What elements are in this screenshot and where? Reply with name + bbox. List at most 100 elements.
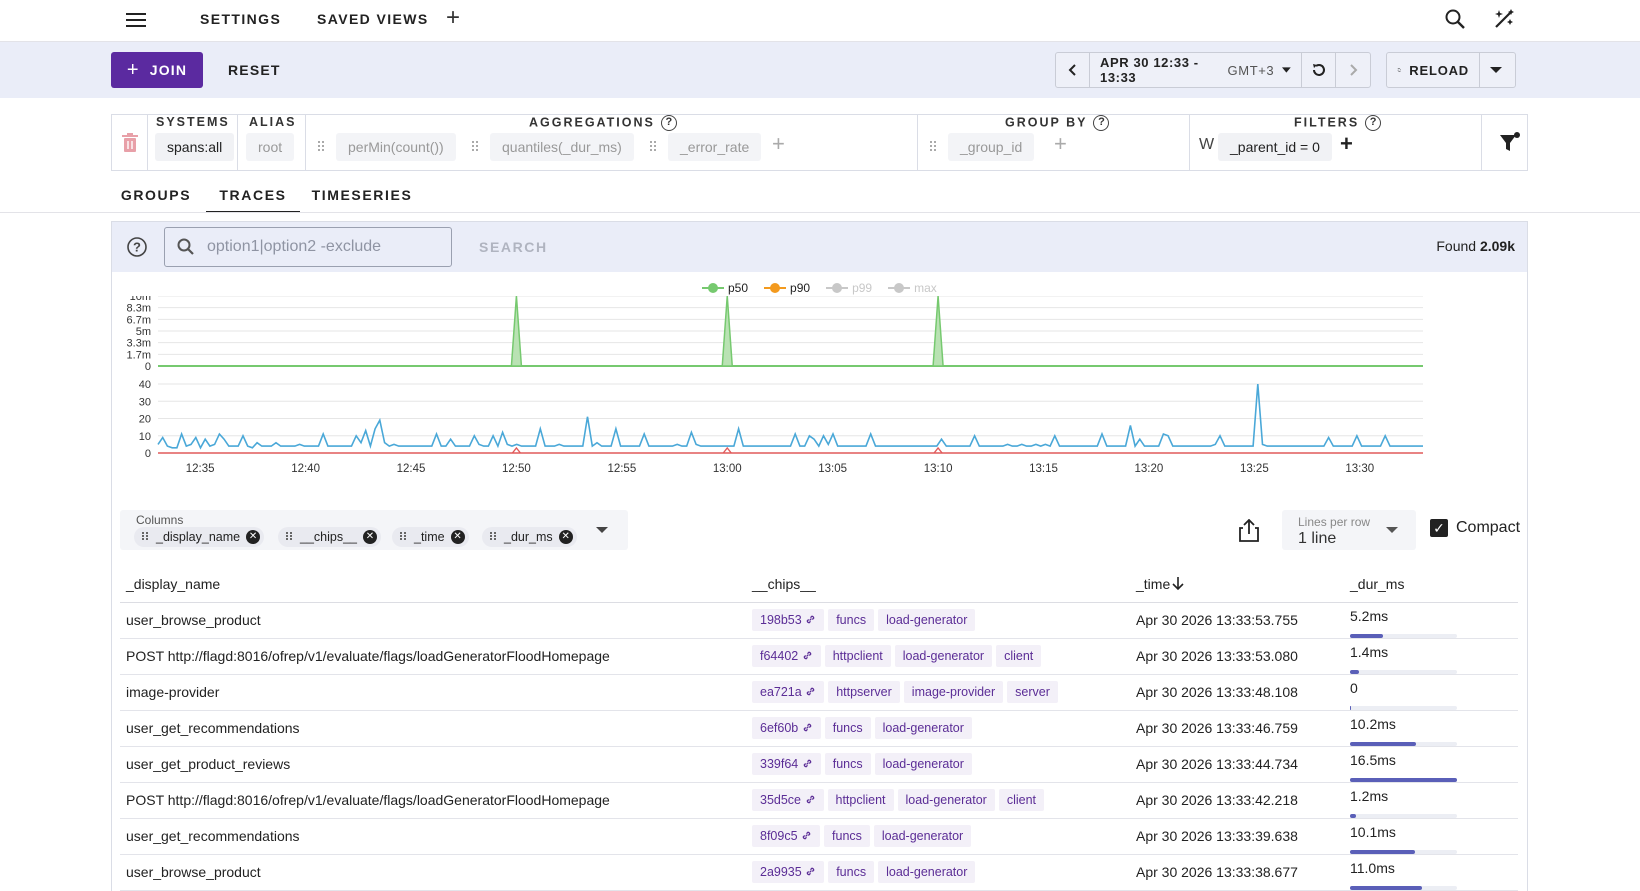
legend-swatch: [826, 283, 849, 293]
trace-id-chip[interactable]: f64402: [752, 645, 821, 667]
trace-id-chip[interactable]: 2a9935: [752, 861, 825, 883]
tag-chip[interactable]: server: [1007, 681, 1058, 703]
tag-chip[interactable]: client: [996, 645, 1042, 667]
duration-bar-fill: [1350, 670, 1359, 673]
table-row[interactable]: user_browse_product 2a9935 funcs load-gen…: [120, 854, 1518, 891]
tag-chip[interactable]: funcs: [828, 609, 875, 631]
lines-per-row-select[interactable]: Lines per row 1 line: [1282, 510, 1416, 550]
tag-chip[interactable]: load-generator: [873, 825, 972, 847]
trace-id-chip[interactable]: ea721a: [752, 681, 825, 703]
saved-views-link[interactable]: SAVED VIEWS: [317, 11, 429, 27]
tag-chip[interactable]: load-generator: [894, 645, 993, 667]
tag-chip[interactable]: httpclient: [824, 645, 891, 667]
help-icon[interactable]: ?: [126, 236, 148, 258]
remove-icon[interactable]: ✕: [246, 530, 261, 544]
compact-toggle[interactable]: ✓ Compact: [1430, 519, 1520, 537]
table-row[interactable]: image-provider ea721a httpserver image-pr…: [120, 674, 1518, 711]
table-row[interactable]: user_browse_product 198b53 funcs load-gen…: [120, 602, 1518, 639]
tag-chip[interactable]: funcs: [824, 717, 871, 739]
aggregation-chip[interactable]: _error_rate: [668, 133, 762, 161]
aggregation-chip[interactable]: quantiles(_dur_ms): [490, 133, 634, 161]
tag-chip[interactable]: funcs: [828, 861, 875, 883]
column-header-time[interactable]: _time: [1130, 566, 1344, 603]
tag-chip[interactable]: httpserver: [828, 681, 900, 703]
table-row[interactable]: user_get_recommendations 8f09c5 funcs loa…: [120, 818, 1518, 855]
reload-button[interactable]: RELOAD: [1387, 53, 1479, 87]
join-button[interactable]: + JOIN: [111, 52, 203, 88]
groupby-chip[interactable]: _group_id: [948, 133, 1035, 161]
drag-handle-icon[interactable]: [650, 140, 660, 154]
search-icon[interactable]: [1444, 8, 1466, 30]
tag-chip[interactable]: load-generator: [874, 753, 972, 775]
tag-chip[interactable]: funcs: [824, 753, 871, 775]
add-filter-plus-icon[interactable]: +: [1340, 131, 1353, 157]
table-row[interactable]: user_get_recommendations 6ef60b funcs loa…: [120, 710, 1518, 747]
remove-icon[interactable]: ✕: [363, 530, 377, 544]
time-range-dropdown[interactable]: APR 30 12:33 - 13:33 GMT+3: [1090, 53, 1302, 87]
legend-item-p50[interactable]: p50: [702, 281, 748, 295]
reset-button[interactable]: RESET: [228, 62, 281, 78]
search-input[interactable]: [205, 237, 435, 257]
time-prev-button[interactable]: [1056, 53, 1090, 87]
trace-id-chip[interactable]: 6ef60b: [752, 717, 821, 739]
caret-down-icon[interactable]: [596, 526, 608, 534]
column-chip[interactable]: _time ✕: [392, 527, 469, 547]
remove-icon[interactable]: ✕: [450, 530, 465, 544]
legend-item-p99[interactable]: p99: [826, 281, 872, 295]
systems-chip[interactable]: spans:all: [155, 133, 235, 161]
share-icon[interactable]: [1238, 519, 1260, 543]
trash-icon[interactable]: [121, 133, 139, 153]
help-icon[interactable]: ?: [1093, 115, 1110, 131]
tag-chip[interactable]: image-provider: [903, 681, 1004, 703]
tag-chip[interactable]: load-generator: [874, 717, 972, 739]
tag-chip[interactable]: funcs: [824, 825, 870, 847]
table-row[interactable]: user_get_product_reviews 339f64 funcs loa…: [120, 746, 1518, 783]
drag-handle-icon[interactable]: [318, 140, 328, 154]
trace-id-chip[interactable]: 339f64: [752, 753, 821, 775]
trace-id-chip[interactable]: 8f09c5: [752, 825, 821, 847]
reset-time-button[interactable]: [1302, 53, 1336, 87]
tab-timeseries[interactable]: TIMESERIES: [307, 178, 417, 213]
aggregation-chip[interactable]: perMin(count()): [336, 133, 456, 161]
tag-chip[interactable]: load-generator: [878, 861, 976, 883]
legend-item-p90[interactable]: p90: [764, 281, 810, 295]
settings-link[interactable]: SETTINGS: [200, 11, 281, 27]
alias-chip[interactable]: root: [246, 133, 295, 161]
hamburger-menu-icon[interactable]: [124, 9, 148, 33]
column-header-chips[interactable]: __chips__: [746, 566, 1130, 603]
column-header-display-name[interactable]: _display_name: [120, 566, 746, 603]
duration-cell: 16.5ms: [1344, 746, 1518, 783]
remove-icon[interactable]: ✕: [558, 530, 573, 544]
trace-id-chip[interactable]: 198b53: [752, 609, 825, 631]
trace-id-chip[interactable]: 35d5ce: [752, 789, 824, 811]
tag-chip[interactable]: load-generator: [897, 789, 995, 811]
help-icon[interactable]: ?: [1365, 115, 1382, 131]
add-aggregation-plus-icon[interactable]: +: [772, 131, 785, 157]
link-icon: [803, 759, 812, 768]
filter-chip[interactable]: _parent_id = 0: [1218, 133, 1332, 161]
table-row[interactable]: POST http://flagd:8016/ofrep/v1/evaluate…: [120, 782, 1518, 819]
tag-chip[interactable]: load-generator: [878, 609, 976, 631]
column-chip[interactable]: _display_name ✕: [134, 527, 265, 547]
latency-chart: 10m8.3m6.7m5m3.3m1.7m040302010012:35 12:4…: [127, 296, 1423, 475]
drag-handle-icon[interactable]: [930, 140, 940, 154]
filter-funnel-icon[interactable]: [1498, 131, 1522, 155]
checkbox-checked-icon[interactable]: ✓: [1430, 519, 1448, 537]
add-groupby-plus-icon[interactable]: +: [1054, 131, 1067, 157]
add-view-plus-icon[interactable]: +: [446, 4, 460, 32]
tag-chip[interactable]: httpclient: [827, 789, 894, 811]
help-icon[interactable]: ?: [660, 115, 677, 131]
column-header-duration[interactable]: _dur_ms: [1344, 566, 1518, 603]
search-button[interactable]: SEARCH: [479, 239, 548, 255]
tab-traces[interactable]: TRACES: [206, 178, 300, 213]
time-next-button[interactable]: [1336, 53, 1370, 87]
tab-groups[interactable]: GROUPS: [111, 178, 201, 213]
tag-chip[interactable]: client: [998, 789, 1045, 811]
table-row[interactable]: POST http://flagd:8016/ofrep/v1/evaluate…: [120, 638, 1518, 675]
column-chip[interactable]: __chips__ ✕: [278, 527, 381, 547]
drag-handle-icon[interactable]: [472, 140, 482, 154]
column-chip[interactable]: _dur_ms ✕: [482, 527, 577, 547]
legend-item-max[interactable]: max: [888, 281, 937, 295]
magic-wand-icon[interactable]: [1492, 7, 1516, 31]
reload-options-button[interactable]: [1479, 53, 1515, 87]
